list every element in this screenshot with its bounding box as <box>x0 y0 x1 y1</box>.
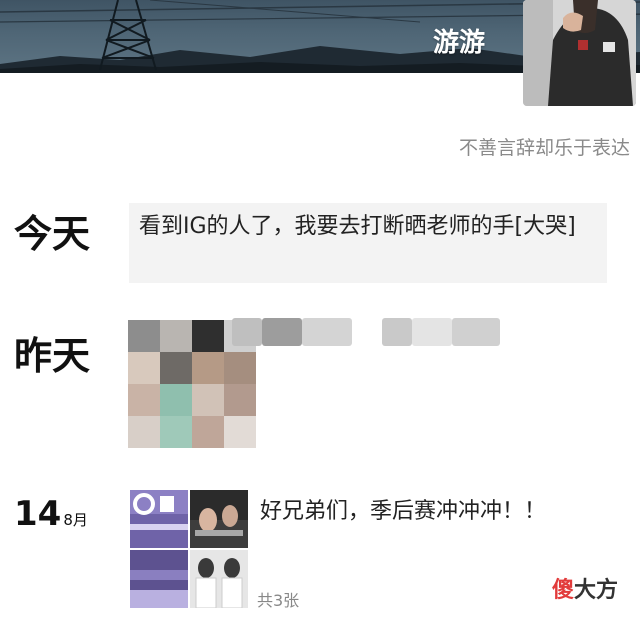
avatar-photo <box>523 0 636 106</box>
photo-count: 共3张 <box>257 591 300 610</box>
post-date-day: 14 <box>14 494 62 534</box>
photo-thumb-4[interactable] <box>190 550 248 608</box>
profile-nickname[interactable]: 游游 <box>433 22 485 59</box>
avatar[interactable] <box>523 0 636 106</box>
blur-block <box>232 318 262 346</box>
thumb-image <box>190 550 248 608</box>
thumb-image <box>190 490 248 548</box>
blur-block <box>412 318 452 346</box>
post-text-blurred[interactable] <box>232 318 502 348</box>
post-date-yesterday: 昨天 <box>14 334 91 378</box>
blur-block <box>302 318 352 346</box>
profile-signature: 不善言辞却乐于表达 <box>458 137 630 159</box>
blur-block <box>262 318 302 346</box>
blur-block <box>382 318 412 346</box>
thumb-image <box>130 550 188 608</box>
post-text-14aug[interactable]: 好兄弟们，季后赛冲冲冲！！ <box>260 493 546 525</box>
post-text-today[interactable]: 看到IG的人了，我要去打断晒老师的手[大哭] <box>129 203 607 283</box>
photo-thumb-1[interactable] <box>130 490 188 548</box>
watermark-logo: 傻大方 <box>552 572 618 604</box>
post-date-month: 8月 <box>63 511 88 529</box>
post-photo-grid[interactable] <box>130 490 250 608</box>
post-date-14aug: 14 8月 <box>14 490 88 534</box>
post-date-today: 今天 <box>14 212 91 256</box>
watermark-part-1: 傻 <box>552 578 575 603</box>
thumb-image <box>130 490 188 548</box>
photo-thumb-2[interactable] <box>190 490 248 548</box>
blur-block <box>452 318 500 346</box>
watermark-part-2: 大方 <box>574 578 619 603</box>
photo-thumb-3[interactable] <box>130 550 188 608</box>
